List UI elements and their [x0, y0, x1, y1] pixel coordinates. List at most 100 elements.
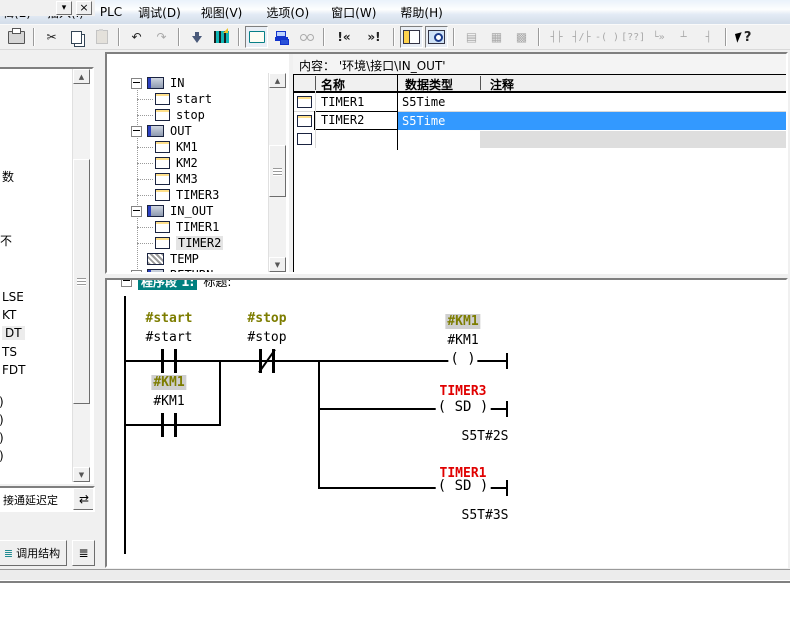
cell-datatype[interactable]: S5Time — [402, 95, 445, 109]
tree-leaf-km3[interactable]: KM3 — [155, 171, 198, 187]
tree-leaf-timer1[interactable]: TIMER1 — [155, 219, 219, 235]
insert-connector-button[interactable]: ┤ — [697, 26, 720, 48]
tree-node-temp[interactable]: TEMP — [147, 251, 199, 267]
redo-button[interactable]: ↷ — [150, 26, 173, 48]
undo-button[interactable]: ↶ — [125, 26, 148, 48]
paste-button[interactable] — [90, 26, 113, 48]
catalog-item-s-offdt[interactable]: FDT — [2, 363, 25, 377]
new-network-button[interactable]: ▤ — [460, 26, 483, 48]
catalog-close-button[interactable]: × — [76, 1, 92, 15]
scrollbar-thumb[interactable] — [269, 145, 286, 197]
catalog-item-s-pext[interactable]: KT — [2, 308, 16, 322]
insert-coil-button[interactable]: -( ) — [595, 26, 619, 48]
catalog-scrollbar[interactable]: ▲ ▼ — [72, 69, 90, 482]
insert-block-button[interactable]: ▦ — [485, 26, 508, 48]
description-toggle-button[interactable]: ⇄ — [73, 488, 95, 510]
cell-name[interactable]: TIMER2 — [321, 113, 364, 127]
menu-window[interactable]: 窗口(W) — [323, 1, 384, 24]
insert-template-button[interactable]: ▩ — [510, 26, 533, 48]
column-header-datatype[interactable]: 数据类型 — [405, 76, 453, 93]
monitor-onoff-button[interactable] — [295, 26, 318, 48]
scroll-down-arrow[interactable]: ▼ — [269, 257, 286, 272]
catalog-item-s-pulse[interactable]: LSE — [2, 290, 24, 304]
comment-cell-gray[interactable] — [480, 131, 787, 148]
menu-help[interactable]: 帮助(H) — [392, 1, 450, 24]
coil-timer3-sd[interactable]: ( SD ) — [436, 399, 491, 415]
network-number-label[interactable]: 程序段 1: — [138, 278, 197, 290]
tree-node-return[interactable]: RETURN — [131, 267, 213, 274]
detail-view-toggle[interactable] — [425, 26, 448, 48]
scroll-up-arrow[interactable]: ▲ — [73, 69, 90, 84]
scroll-down-arrow[interactable]: ▼ — [73, 467, 90, 482]
catalog-titlebar: ▾ × — [0, 0, 95, 16]
catalog-item-coil-fragment[interactable]: ) — [0, 413, 4, 427]
coil-timer1-time: S5T#3S — [462, 508, 509, 523]
cut-button[interactable]: ✂ — [40, 26, 63, 48]
open-branch-button[interactable]: └» — [647, 26, 670, 48]
catalog-item-coil-fragment[interactable]: ) — [0, 395, 4, 409]
tree-node-out[interactable]: OUT — [131, 123, 192, 139]
tree-leaf-timer3[interactable]: TIMER3 — [155, 187, 219, 203]
catalog-item-coil-fragment[interactable]: ) — [0, 449, 4, 463]
contact-km1-no[interactable] — [174, 413, 177, 437]
context-help-button[interactable]: ? — [732, 26, 755, 48]
tree-leaf-start[interactable]: start — [155, 91, 212, 107]
insert-contact-nc-button[interactable]: ┤/├ — [570, 26, 593, 48]
catalog-item-s-odts[interactable]: TS — [2, 345, 17, 359]
column-header-comment[interactable]: 注释 — [490, 76, 514, 93]
tree-leaf-stop[interactable]: stop — [155, 107, 205, 123]
catalog-item-fragment[interactable]: 不 — [0, 232, 12, 249]
column-header-name[interactable]: 名称 — [321, 76, 345, 93]
tree-leaf-km2[interactable]: KM2 — [155, 155, 198, 171]
catalog-dropdown-button[interactable]: ▾ — [56, 1, 72, 15]
contact-start-no[interactable] — [161, 349, 164, 373]
tree-scrollbar[interactable]: ▲ ▼ — [268, 73, 286, 272]
contact-km1-no[interactable] — [161, 413, 164, 437]
network-title-label[interactable]: 标题: — [203, 278, 231, 290]
name-edit-cell[interactable]: TIMER2 — [314, 111, 398, 130]
insert-empty-box-button[interactable]: [??] — [621, 26, 645, 48]
table-row-timer1[interactable]: TIMER1 S5Time — [294, 93, 787, 112]
catalog-item-fragment[interactable]: 数 — [2, 168, 14, 185]
catalog-item-coil-fragment[interactable]: ) — [0, 431, 4, 445]
tree-node-in[interactable]: IN — [131, 75, 184, 91]
tree-leaf-km1[interactable]: KM1 — [155, 139, 198, 155]
close-branch-button[interactable]: ┴ — [672, 26, 695, 48]
catalog-item-s-odt[interactable]: DT — [2, 326, 25, 340]
menu-plc[interactable]: PLC — [92, 2, 130, 22]
coil-km1[interactable]: ( ) — [448, 351, 477, 367]
tree-leaf-label: stop — [176, 108, 205, 122]
cell-datatype[interactable]: S5Time — [402, 114, 445, 128]
coil-timer1-sd[interactable]: ( SD ) — [436, 478, 491, 494]
rail-terminal — [506, 401, 508, 417]
contact-km1-symbol: #KM1 — [151, 375, 186, 390]
monitor-status-button[interactable] — [210, 26, 233, 48]
download-button[interactable] — [185, 26, 208, 48]
connections-button[interactable] — [270, 26, 293, 48]
copy-button[interactable] — [65, 26, 88, 48]
insert-contact-no-button[interactable]: ┤├ — [545, 26, 568, 48]
network-collapse-icon[interactable] — [121, 278, 132, 287]
print-button[interactable] — [5, 26, 28, 48]
overview-list-button[interactable]: ≣ — [72, 540, 95, 566]
contact-start-no[interactable] — [174, 349, 177, 373]
call-structure-button[interactable]: ≣ 调用结构 — [0, 540, 67, 566]
goto-next-error-button[interactable]: »! — [360, 26, 388, 48]
cell-name[interactable]: TIMER1 — [321, 95, 364, 109]
menu-debug[interactable]: 调试(D) — [130, 1, 189, 24]
collapse-icon[interactable] — [131, 126, 142, 137]
scrollbar-thumb[interactable] — [73, 159, 90, 404]
selection-highlight — [397, 112, 787, 130]
tree-node-in-out[interactable]: IN_OUT — [131, 203, 213, 219]
collapse-icon[interactable] — [131, 206, 142, 217]
scroll-up-arrow[interactable]: ▲ — [269, 73, 286, 88]
tree-leaf-timer2-selected[interactable]: TIMER2 — [155, 235, 223, 251]
table-row-timer2-selected[interactable]: TIMER2 S5Time — [294, 112, 787, 130]
menu-options[interactable]: 选项(O) — [258, 1, 317, 24]
table-row-empty[interactable] — [294, 130, 787, 148]
goto-prev-error-button[interactable]: !« — [330, 26, 358, 48]
comment-toggle-button[interactable] — [245, 26, 268, 48]
collapse-icon[interactable] — [131, 78, 142, 89]
menu-view[interactable]: 视图(V) — [193, 1, 251, 24]
catalog-view-toggle[interactable] — [400, 26, 423, 48]
